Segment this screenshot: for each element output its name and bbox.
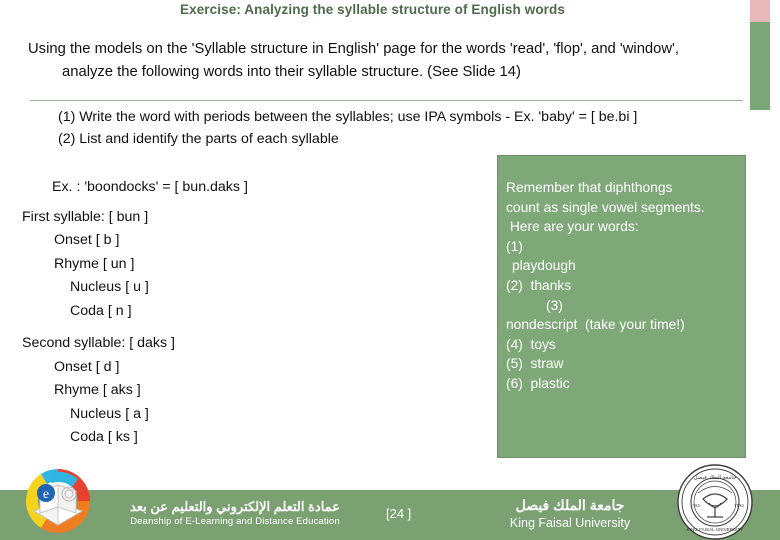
first-syllable-rhyme: Rhyme [ un ] bbox=[54, 255, 135, 272]
svg-text:١٣٩٥: ١٣٩٥ bbox=[734, 503, 744, 508]
svg-text:KING FAISAL UNIVERSITY: KING FAISAL UNIVERSITY bbox=[687, 527, 744, 532]
callout-word-3-number: (3) bbox=[546, 297, 563, 313]
svg-text:e: e bbox=[43, 487, 49, 502]
university-name-arabic: جامعة الملك فيصل bbox=[515, 497, 625, 513]
edge-accent-green bbox=[750, 22, 770, 110]
deanship-name-english: Deanship of E-Learning and Distance Educ… bbox=[130, 516, 340, 527]
second-syllable-rhyme: Rhyme [ aks ] bbox=[54, 382, 141, 398]
intro-line-2: analyze the following words into their s… bbox=[62, 64, 521, 80]
callout-word-5: (5) straw bbox=[506, 356, 564, 372]
page-number: [24 ] bbox=[386, 506, 412, 521]
task-callout-box: Remember that diphthongs count as single… bbox=[497, 155, 746, 458]
king-faisal-university-seal-icon: جامعة الملك فيصل KING FAISAL UNIVERSITY … bbox=[676, 463, 754, 540]
university-name-english: King Faisal University bbox=[509, 516, 631, 530]
first-syllable-label: First syllable: [ bun ] bbox=[22, 208, 149, 225]
callout-word-3: nondescript (take your time!) bbox=[506, 317, 685, 333]
second-syllable-onset: Onset [ d ] bbox=[54, 358, 120, 375]
deanship-logo-icon: e bbox=[20, 463, 96, 539]
intro-line-1: Using the models on the 'Syllable struct… bbox=[28, 41, 679, 57]
callout-word-2: (2) thanks bbox=[506, 277, 572, 293]
deanship-name: عمادة التعلم الإلكتروني والتعليم عن بعد … bbox=[110, 498, 360, 529]
instruction-item-1: (1) Write the word with periods between … bbox=[58, 109, 638, 125]
svg-text:١٩٧٥: ١٩٧٥ bbox=[690, 503, 700, 508]
callout-word-6: (6) plastic bbox=[506, 375, 570, 391]
edge-accent-pink bbox=[750, 0, 770, 22]
callout-line-2: count as single vowel segments. bbox=[506, 199, 705, 215]
svg-text:جامعة الملك فيصل: جامعة الملك فيصل bbox=[694, 474, 737, 481]
first-syllable-coda: Coda [ n ] bbox=[70, 302, 132, 319]
instruction-item-2: (2) List and identify the parts of each … bbox=[58, 131, 339, 147]
instruction-list: (1) Write the word with periods between … bbox=[58, 106, 748, 150]
example-word-line: Ex. : 'boondocks' = [ bun.daks ] bbox=[52, 179, 248, 195]
worked-example-block: Ex. : 'boondocks' = [ bun.daks ] First s… bbox=[22, 176, 482, 450]
university-name: جامعة الملك فيصل King Faisal University bbox=[470, 496, 670, 531]
second-syllable-nucleus: Nucleus [ a ] bbox=[70, 405, 149, 422]
deanship-name-arabic: عمادة التعلم الإلكتروني والتعليم عن بعد bbox=[130, 499, 340, 514]
intro-paragraph: Using the models on the 'Syllable struct… bbox=[28, 38, 748, 84]
second-syllable-label: Second syllable: [ daks ] bbox=[22, 335, 175, 351]
slide-canvas: Exercise: Analyzing the syllable structu… bbox=[0, 0, 780, 540]
callout-word-1: playdough bbox=[512, 258, 576, 274]
callout-word-4: (4) toys bbox=[506, 336, 556, 352]
callout-word-1-number: (1) bbox=[506, 238, 523, 254]
first-syllable-nucleus: Nucleus [ u ] bbox=[70, 279, 149, 295]
first-syllable-onset: Onset [ b ] bbox=[54, 232, 120, 248]
section-divider bbox=[30, 100, 743, 101]
callout-line-1: Remember that diphthongs bbox=[506, 180, 673, 195]
page-title: Exercise: Analyzing the syllable structu… bbox=[179, 2, 565, 17]
second-syllable-coda: Coda [ ks ] bbox=[70, 429, 138, 445]
callout-line-3: Here are your words: bbox=[506, 219, 639, 235]
